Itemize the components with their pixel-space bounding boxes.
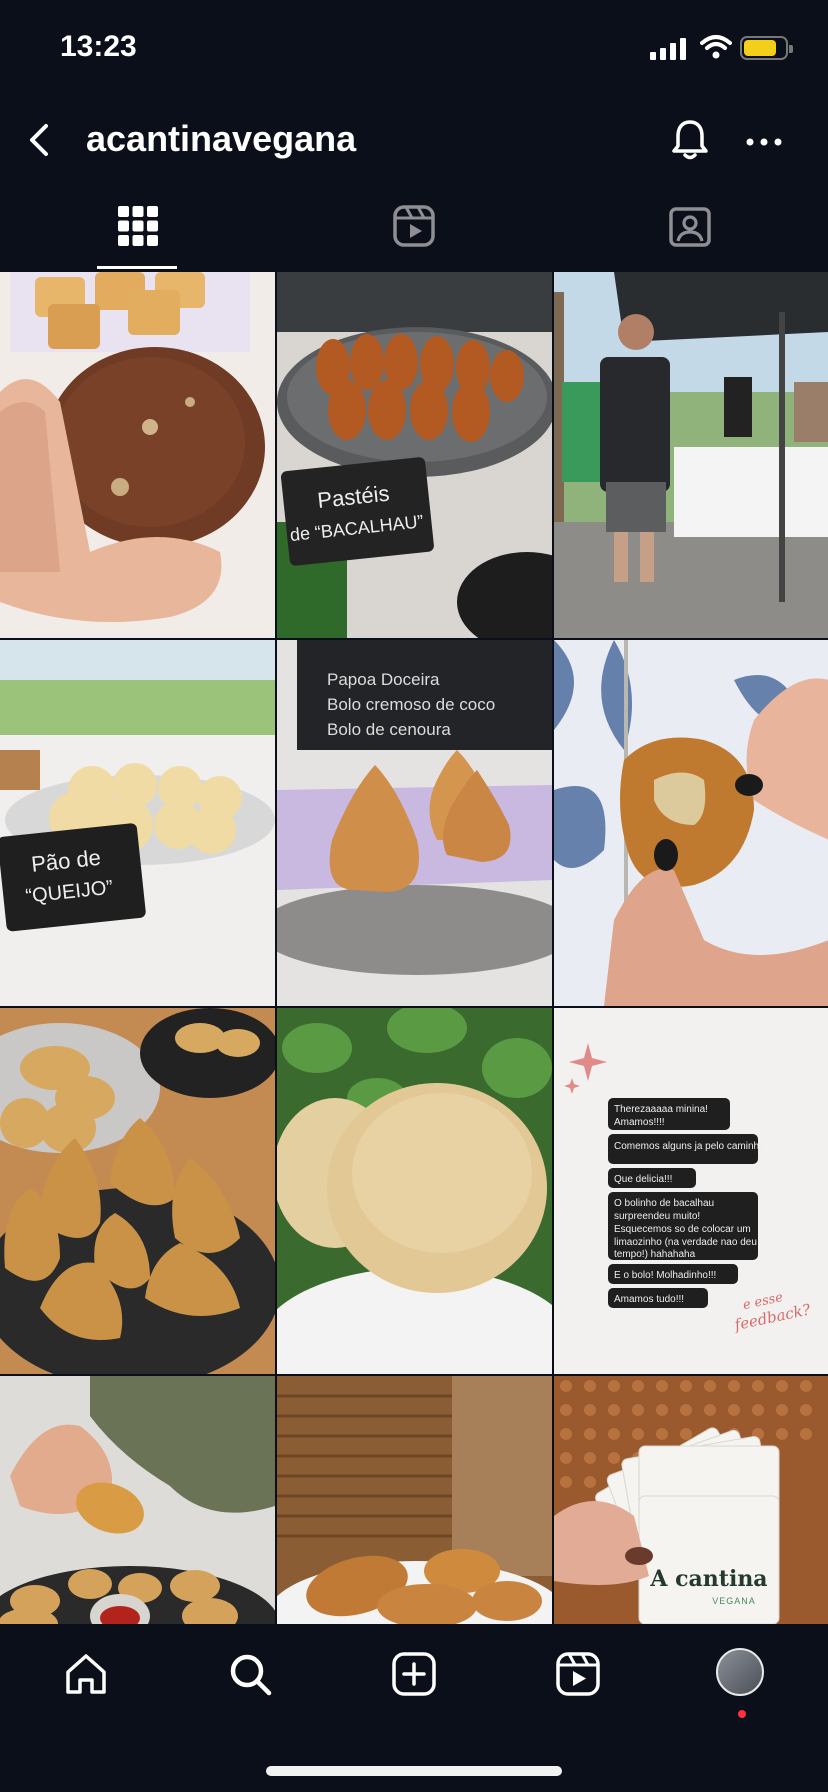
- chat-message: limaozinho (na verdade nao deu: [614, 1237, 757, 1248]
- chat-message: Amamos tudo!!!: [614, 1294, 684, 1305]
- posts-grid: Pastéis de “BACALHAU” Pão de “QUEIJO” Pa…: [0, 272, 828, 1624]
- post-a-cantina-cards[interactable]: A cantina VEGANA: [554, 1376, 828, 1624]
- post-cookie[interactable]: [0, 272, 275, 638]
- post-pao-de-queijo[interactable]: Pão de “QUEIJO”: [0, 640, 275, 1006]
- nav-create[interactable]: [386, 1646, 442, 1702]
- signal-icon: [650, 38, 686, 60]
- tab-tagged[interactable]: [552, 196, 828, 272]
- profile-header: acantinavegana: [0, 100, 828, 180]
- brand-card-title: A cantina: [649, 1566, 767, 1592]
- post-market-stall[interactable]: [554, 272, 828, 638]
- status-time: 13:23: [60, 30, 137, 63]
- tab-grid[interactable]: [0, 196, 276, 272]
- home-indicator: [266, 1766, 562, 1776]
- reels-icon: [556, 1652, 600, 1696]
- bottom-navigation: [0, 1624, 828, 1792]
- post-bolinho-bitten[interactable]: [554, 640, 828, 1006]
- profile-username[interactable]: acantinavegana: [86, 118, 356, 160]
- battery-icon: [740, 36, 793, 60]
- profile-avatar[interactable]: [716, 1648, 764, 1696]
- post-dipping-bolinho[interactable]: [0, 1376, 275, 1624]
- more-options-icon[interactable]: [740, 118, 788, 166]
- wifi-icon: [700, 35, 732, 59]
- chat-message: O bolinho de bacalhau: [614, 1198, 714, 1209]
- nav-reels[interactable]: [550, 1646, 606, 1702]
- back-icon[interactable]: [22, 120, 62, 160]
- post-board-text: Bolo de cenoura: [327, 720, 451, 739]
- chat-message: tempo!) hahahaha: [614, 1249, 696, 1260]
- chat-message: Comemos alguns ja pelo caminho: [614, 1141, 765, 1152]
- profile-tabs: [0, 196, 828, 272]
- post-customer-feedback[interactable]: Therezaaaaa minina! Amamos!!!! Comemos a…: [554, 1008, 828, 1374]
- post-croquetes[interactable]: [277, 1376, 552, 1624]
- chat-message: E o bolo! Molhadinho!!!: [614, 1270, 716, 1281]
- post-board-text: Papoa Doceira: [327, 670, 440, 689]
- post-paes-de-queijo-closeup[interactable]: [277, 1008, 552, 1374]
- reels-icon: [393, 205, 435, 247]
- home-icon: [66, 1654, 106, 1694]
- post-pasteis-bacalhau[interactable]: Pastéis de “BACALHAU”: [277, 272, 552, 638]
- grid-icon: [118, 206, 158, 246]
- brand-card-subtitle: VEGANA: [712, 1596, 756, 1606]
- nav-search[interactable]: [222, 1646, 278, 1702]
- post-board-text: Bolo cremoso de coco: [327, 695, 495, 714]
- chat-message: Therezaaaaa minina!: [614, 1104, 708, 1115]
- status-bar: 13:23: [0, 0, 828, 100]
- tagged-icon: [669, 207, 711, 247]
- create-icon: [392, 1652, 436, 1696]
- notification-dot: [738, 1710, 746, 1718]
- chat-message: Esquecemos so de colocar um: [614, 1224, 751, 1235]
- chat-message: Que delicia!!!: [614, 1174, 672, 1185]
- active-tab-indicator: [97, 266, 177, 269]
- post-coxinha-bowl[interactable]: [0, 1008, 275, 1374]
- bell-icon[interactable]: [666, 116, 714, 164]
- tab-reels[interactable]: [276, 196, 552, 272]
- chat-message: surpreendeu muito!: [614, 1211, 700, 1222]
- search-icon: [230, 1654, 272, 1696]
- post-coxinhas[interactable]: Papoa Doceira Bolo cremoso de coco Bolo …: [277, 640, 552, 1006]
- nav-home[interactable]: [58, 1646, 114, 1702]
- chat-message: Amamos!!!!: [614, 1117, 665, 1128]
